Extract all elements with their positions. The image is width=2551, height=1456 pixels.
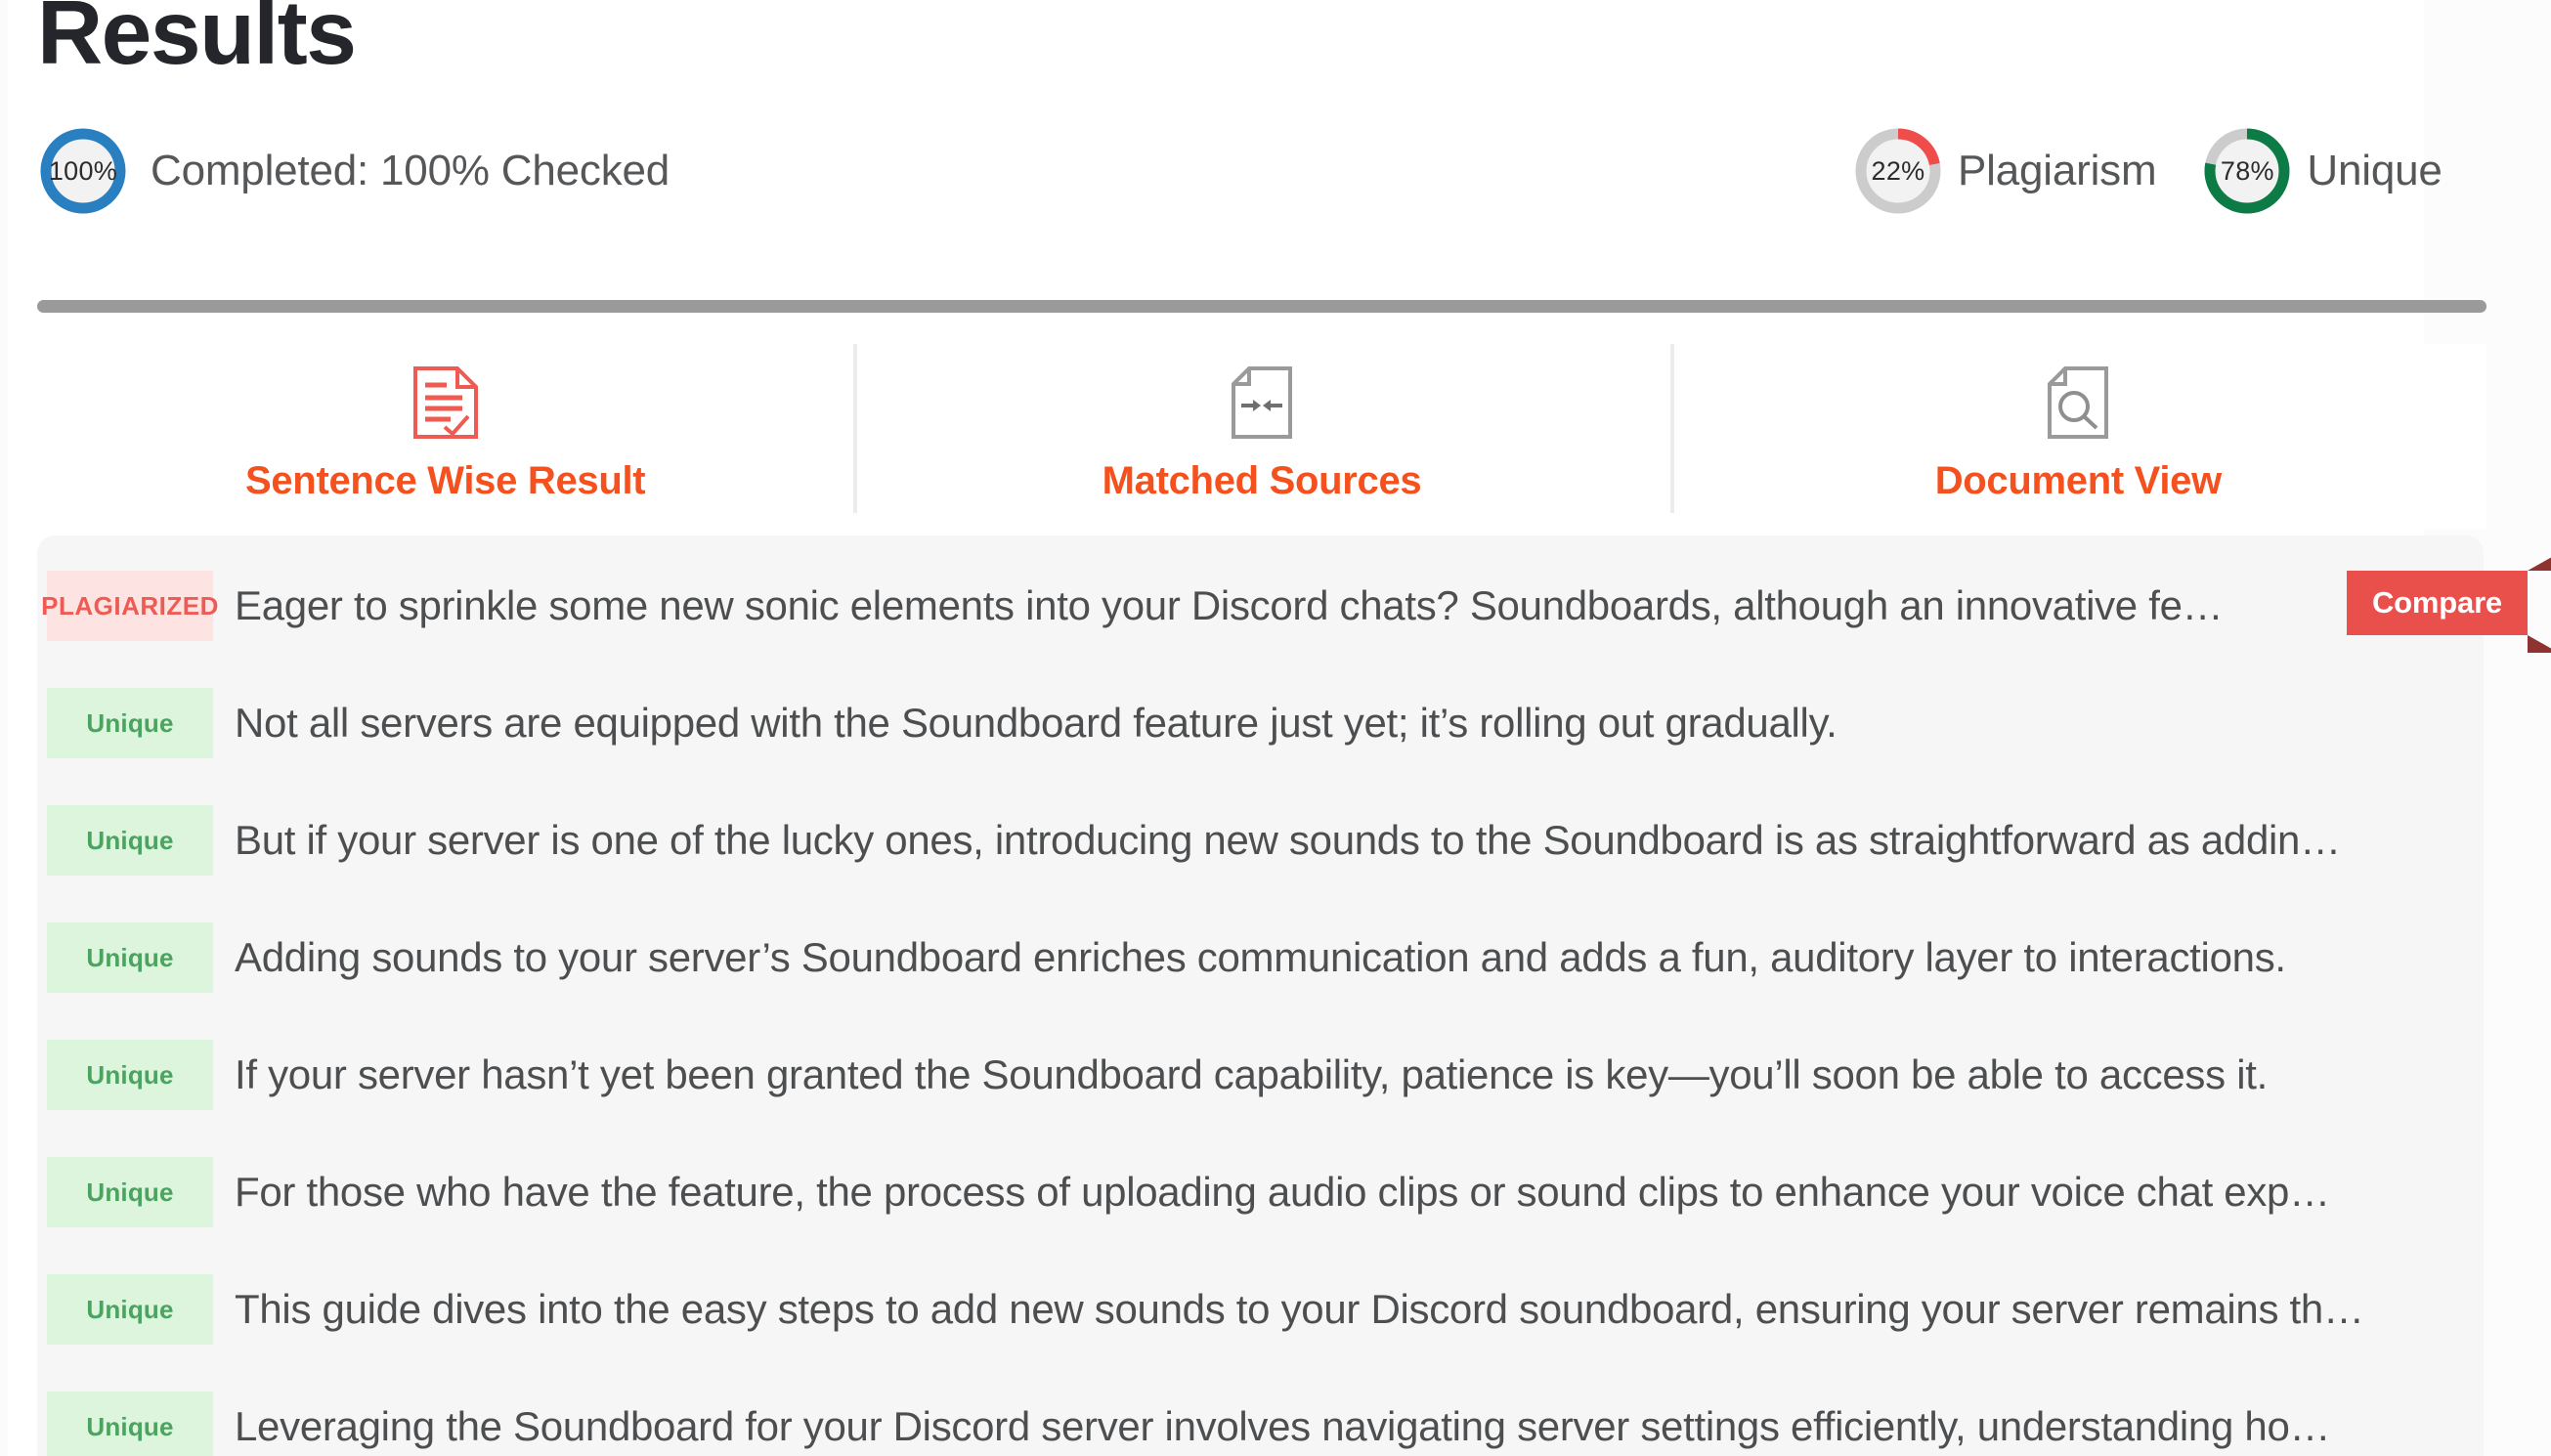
compare-ribbon-wrapper: Compare	[2347, 553, 2551, 653]
table-row[interactable]: Unique If your server hasn’t yet been gr…	[37, 1040, 2484, 1110]
left-gutter	[0, 0, 8, 1456]
table-row[interactable]: Unique Leveraging the Soundboard for you…	[37, 1392, 2484, 1456]
completion-gauge: 100%	[37, 125, 129, 217]
status-badge: Unique	[47, 1392, 213, 1456]
plagiarism-caption: Plagiarism	[1958, 147, 2157, 194]
status-badge: Unique	[47, 1157, 213, 1227]
document-arrows-icon	[1228, 365, 1296, 440]
status-badge: Unique	[47, 688, 213, 758]
table-row[interactable]: Unique But if your server is one of the …	[37, 805, 2484, 876]
compare-button[interactable]: Compare	[2347, 553, 2551, 653]
sentence-text: Eager to sprinkle some new sonic element…	[235, 582, 2224, 628]
completion-text: Completed: 100% Checked	[151, 147, 670, 194]
table-row[interactable]: Unique Not all servers are equipped with…	[37, 688, 2484, 758]
sentence-text: This guide dives into the easy steps to …	[235, 1286, 2364, 1332]
sentence-text: If your server hasn’t yet been granted t…	[235, 1051, 2268, 1097]
completion-gauge-value: 100%	[48, 155, 118, 186]
tab-sentence-wise-result[interactable]: Sentence Wise Result	[37, 344, 853, 530]
table-row[interactable]: PLAGIARIZED Eager to sprinkle some new s…	[37, 571, 2484, 641]
document-check-icon	[411, 365, 480, 440]
results-page: Results 100% Completed: 100% Checked 22%…	[0, 0, 2551, 1456]
sentence-results-panel: PLAGIARIZED Eager to sprinkle some new s…	[37, 535, 2484, 1456]
plagiarism-gauge: 22%	[1852, 125, 1944, 217]
sentence-text: For those who have the feature, the proc…	[235, 1169, 2330, 1215]
unique-gauge-value: 78%	[2220, 155, 2274, 186]
status-badge: Unique	[47, 1040, 213, 1110]
result-tabs: Sentence Wise Result Matched Sources Doc…	[37, 344, 2486, 530]
completion-summary: 100% Completed: 100% Checked	[37, 125, 670, 217]
status-badge: Unique	[47, 922, 213, 993]
score-summary: 22% Plagiarism 78% Unique	[1852, 125, 2443, 217]
table-row[interactable]: Unique For those who have the feature, t…	[37, 1157, 2484, 1227]
tab-matched-sources[interactable]: Matched Sources	[853, 344, 1669, 530]
status-badge: PLAGIARIZED	[41, 571, 218, 641]
sentence-text: But if your server is one of the lucky o…	[235, 817, 2341, 863]
document-search-icon	[2044, 365, 2112, 440]
tab-document-view[interactable]: Document View	[1669, 344, 2486, 530]
unique-caption: Unique	[2307, 147, 2443, 194]
tab-document-view-label: Document View	[1934, 459, 2223, 502]
tab-matched-sources-label: Matched Sources	[1102, 459, 1422, 502]
status-badge: Unique	[47, 1274, 213, 1345]
table-row[interactable]: Unique This guide dives into the easy st…	[37, 1274, 2484, 1345]
page-title: Results	[37, 0, 357, 83]
table-row[interactable]: Unique Adding sounds to your server’s So…	[37, 922, 2484, 993]
plagiarism-gauge-group: 22% Plagiarism	[1852, 125, 2201, 217]
status-badge: Unique	[47, 805, 213, 876]
unique-gauge-group: 78% Unique	[2201, 125, 2443, 217]
sentence-text: Adding sounds to your server’s Soundboar…	[235, 934, 2286, 980]
plagiarism-gauge-value: 22%	[1871, 155, 1925, 186]
tab-sentence-wise-result-label: Sentence Wise Result	[244, 459, 646, 502]
sentence-text: Leveraging the Soundboard for your Disco…	[235, 1403, 2331, 1449]
horizontal-scrollbar[interactable]	[37, 300, 2486, 313]
unique-gauge: 78%	[2201, 125, 2293, 217]
sentence-text: Not all servers are equipped with the So…	[235, 700, 1838, 746]
